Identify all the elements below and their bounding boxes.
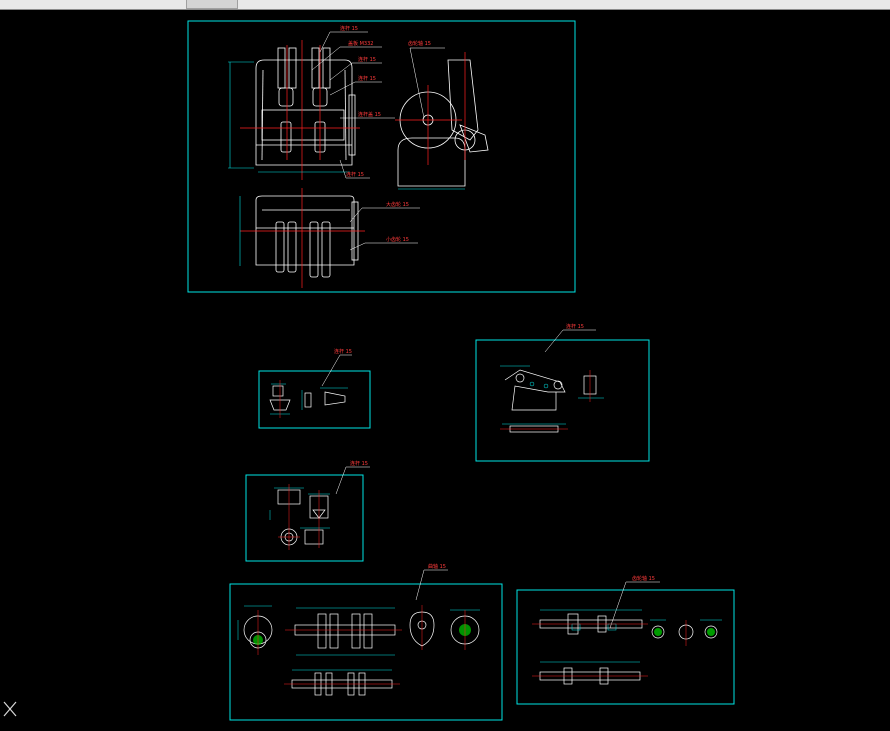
label-small-gear: 小齿轮 15: [386, 236, 409, 243]
label-link-cap: 连杆盖 15: [358, 111, 381, 118]
label-link-long: 连杆 15: [566, 323, 584, 330]
label-block: 连杆 15: [350, 460, 368, 467]
drawing-canvas[interactable]: 连杆 15 盖板 M332 连杆 15 连杆 15 连杆盖 15 连杆 15 齿…: [0, 10, 890, 731]
label-crankshaft: 曲轴 15: [428, 563, 446, 570]
sheet-main-assembly[interactable]: 连杆 15 盖板 M332 连杆 15 连杆 15 连杆盖 15 连杆 15 齿…: [187, 20, 576, 293]
ucs-axis-icon: [3, 701, 17, 717]
label-link-3: 连杆 15: [358, 75, 376, 82]
label-link-4: 连杆 15: [346, 171, 364, 178]
label-cover: 盖板 M332: [348, 40, 373, 47]
label-link-small: 连杆 15: [334, 348, 352, 355]
sheet-link-long[interactable]: 连杆 15: [475, 323, 650, 462]
label-link-1: 连杆 15: [340, 25, 358, 32]
sheet-block[interactable]: 连杆 15: [245, 460, 370, 562]
sheet-link-small[interactable]: 连杆 15: [258, 348, 371, 429]
label-link-2: 连杆 15: [358, 56, 376, 63]
label-big-gear: 大齿轮 15: [386, 201, 409, 208]
toolbar-edge[interactable]: [186, 0, 238, 9]
window-top-bar: [0, 0, 890, 10]
sheet-gear-shaft[interactable]: 齿轮轴 15: [516, 575, 735, 705]
label-gear-shaft: 齿轮轴 15: [408, 40, 431, 47]
sheet-crankshaft[interactable]: 曲轴 15: [229, 563, 503, 721]
label-gear-shaft-detail: 齿轮轴 15: [632, 575, 655, 582]
